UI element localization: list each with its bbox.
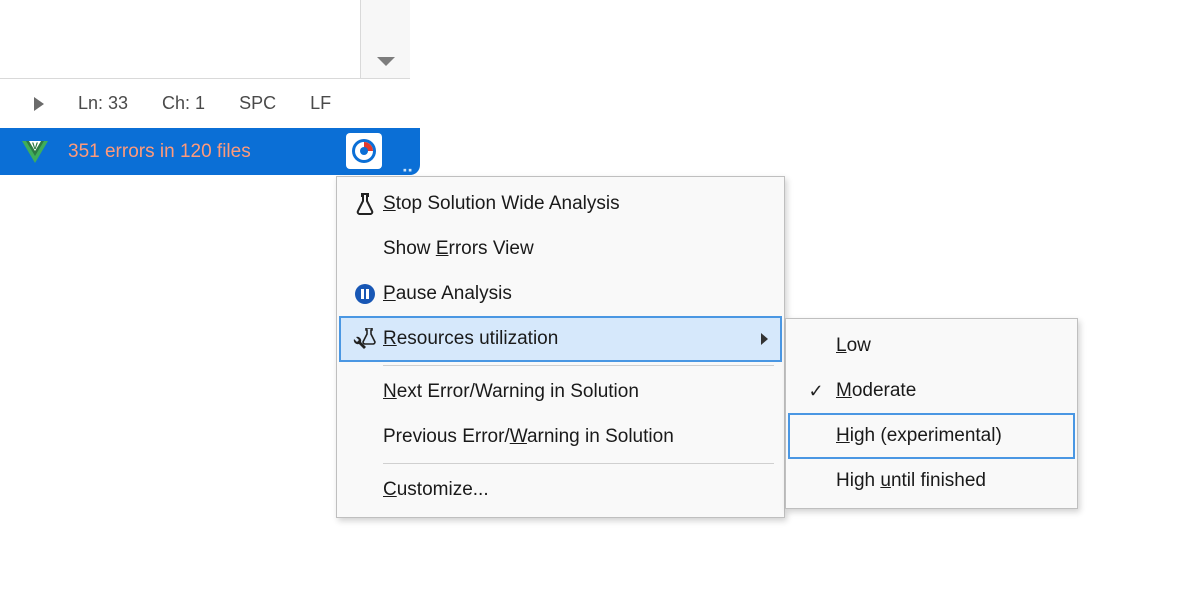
vue-icon: V bbox=[20, 137, 50, 167]
status-eol: LF bbox=[310, 93, 331, 114]
scroll-down-icon[interactable] bbox=[377, 57, 395, 66]
pause-icon bbox=[347, 283, 383, 305]
menu-show-errors[interactable]: Show Errors View bbox=[341, 227, 780, 271]
status-line: Ln: 33 bbox=[78, 93, 128, 114]
status-bar: Ln: 33 Ch: 1 SPC LF bbox=[0, 78, 410, 128]
menu-label: Show Errors View bbox=[383, 238, 768, 260]
error-count-text: 351 errors in 120 files bbox=[68, 141, 251, 163]
submenu-moderate[interactable]: ✓ Moderate bbox=[790, 369, 1073, 413]
menu-label: Moderate bbox=[836, 380, 1061, 402]
submenu-high-until-finished[interactable]: High until finished bbox=[790, 459, 1073, 503]
chevron-right-icon bbox=[761, 333, 768, 345]
menu-label: Pause Analysis bbox=[383, 283, 768, 305]
editor-fragment: Ln: 33 Ch: 1 SPC LF bbox=[0, 0, 410, 128]
check-icon: ✓ bbox=[796, 381, 836, 402]
menu-separator bbox=[383, 365, 774, 366]
menu-customize[interactable]: Customize... bbox=[341, 468, 780, 512]
scrollbar-column[interactable] bbox=[360, 0, 410, 78]
analysis-context-menu: Stop Solution Wide Analysis Show Errors … bbox=[336, 176, 785, 518]
menu-separator bbox=[383, 463, 774, 464]
play-icon[interactable] bbox=[34, 97, 44, 111]
menu-label: High (experimental) bbox=[836, 425, 1061, 447]
menu-resources-utilization[interactable]: Resources utilization bbox=[339, 316, 782, 362]
menu-label: Stop Solution Wide Analysis bbox=[383, 193, 768, 215]
svg-text:V: V bbox=[32, 141, 38, 151]
menu-label: Next Error/Warning in Solution bbox=[383, 381, 768, 403]
resize-grip-icon[interactable]: ⣀ bbox=[401, 153, 414, 171]
menu-label: Low bbox=[836, 335, 1061, 357]
menu-pause-analysis[interactable]: Pause Analysis bbox=[341, 272, 780, 316]
menu-stop-analysis[interactable]: Stop Solution Wide Analysis bbox=[341, 182, 780, 226]
menu-label: Resources utilization bbox=[383, 328, 753, 350]
menu-label: High until finished bbox=[836, 470, 1061, 492]
solution-analysis-icon[interactable] bbox=[346, 133, 382, 169]
flask-icon bbox=[347, 193, 383, 215]
resources-submenu: Low ✓ Moderate High (experimental) High … bbox=[785, 318, 1078, 509]
wrench-flask-icon bbox=[347, 328, 383, 350]
menu-prev-error[interactable]: Previous Error/Warning in Solution bbox=[341, 415, 780, 459]
submenu-high[interactable]: High (experimental) bbox=[788, 413, 1075, 459]
menu-label: Previous Error/Warning in Solution bbox=[383, 426, 768, 448]
status-indent: SPC bbox=[239, 93, 276, 114]
status-col: Ch: 1 bbox=[162, 93, 205, 114]
analysis-error-bar[interactable]: V 351 errors in 120 files ⣀ bbox=[0, 128, 420, 175]
menu-next-error[interactable]: Next Error/Warning in Solution bbox=[341, 370, 780, 414]
menu-label: Customize... bbox=[383, 479, 768, 501]
submenu-low[interactable]: Low bbox=[790, 324, 1073, 368]
